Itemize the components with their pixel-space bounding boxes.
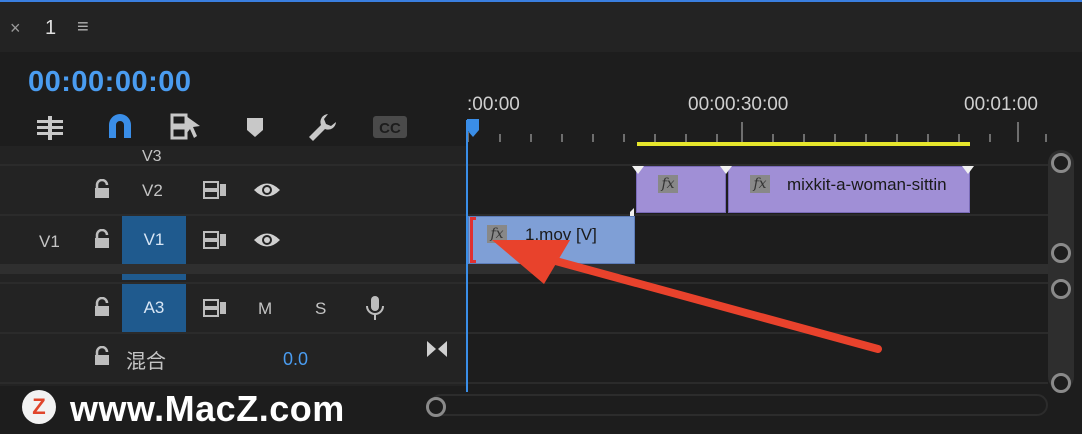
microphone-icon[interactable] <box>364 294 386 327</box>
lock-icon[interactable] <box>93 228 111 254</box>
track-a2-target-edge <box>122 274 186 280</box>
eye-icon[interactable] <box>253 231 281 254</box>
time-ruler[interactable] <box>466 120 1056 142</box>
bowtie-zoom-icon[interactable] <box>426 340 448 363</box>
playhead-timecode[interactable]: 00:00:00:00 <box>28 66 192 99</box>
vscroll-video-top-handle[interactable] <box>1051 153 1071 173</box>
panel-menu-icon[interactable]: ≡ <box>77 16 89 39</box>
snap-magnet-icon[interactable] <box>104 112 136 142</box>
svg-text:CC: CC <box>379 120 401 137</box>
linked-selection-icon[interactable] <box>170 112 204 142</box>
panel-tab-bar <box>0 2 1082 52</box>
annotation-arrow <box>492 240 882 353</box>
watermark-logo: Z <box>22 390 56 424</box>
lock-icon[interactable] <box>93 296 111 322</box>
solo-track-button[interactable]: S <box>315 299 326 319</box>
add-marker-icon[interactable] <box>244 116 266 140</box>
vertical-scrollbar[interactable] <box>1048 150 1074 390</box>
vscroll-audio-bottom-handle[interactable] <box>1051 373 1071 393</box>
eye-icon[interactable] <box>253 181 281 204</box>
watermark-text: www.MacZ.com <box>70 388 345 429</box>
captions-cc-icon[interactable]: CC <box>372 114 408 140</box>
work-area-bar[interactable] <box>637 142 970 146</box>
hscroll-left-handle[interactable] <box>426 397 446 417</box>
toggle-sync-lock-icon[interactable] <box>202 230 228 255</box>
ruler-label-start: :00:00 <box>467 94 520 115</box>
track-v2-label: V2 <box>142 181 163 200</box>
lock-icon[interactable] <box>93 345 111 371</box>
track-v1-target[interactable]: V1 <box>122 216 186 264</box>
toggle-sync-lock-icon[interactable] <box>202 298 228 323</box>
row-divider <box>0 382 1048 384</box>
vscroll-audio-top-handle[interactable] <box>1051 279 1071 299</box>
source-patch-v1[interactable]: V1 <box>39 232 60 252</box>
playhead-handle[interactable] <box>466 118 480 143</box>
track-a3-target[interactable]: A3 <box>122 284 186 332</box>
mix-track-label: 混合 <box>126 351 166 373</box>
toggle-sync-lock-icon[interactable] <box>202 180 228 205</box>
mute-track-button[interactable]: M <box>258 299 272 319</box>
lock-icon[interactable] <box>93 178 111 204</box>
mix-volume-value[interactable]: 0.0 <box>283 349 308 370</box>
timeline-settings-wrench-icon[interactable] <box>306 112 338 142</box>
close-tab-icon[interactable]: × <box>10 18 21 39</box>
horizontal-zoom-scrollbar[interactable] <box>430 394 1048 416</box>
insert-sequence-as-nest-icon[interactable] <box>34 114 66 142</box>
ruler-label-1m: 00:01:00 <box>964 94 1038 115</box>
sequence-tab-name[interactable]: 1 <box>45 17 56 40</box>
vscroll-video-bottom-handle[interactable] <box>1051 243 1071 263</box>
ruler-label-30s: 00:00:30:00 <box>688 94 789 115</box>
